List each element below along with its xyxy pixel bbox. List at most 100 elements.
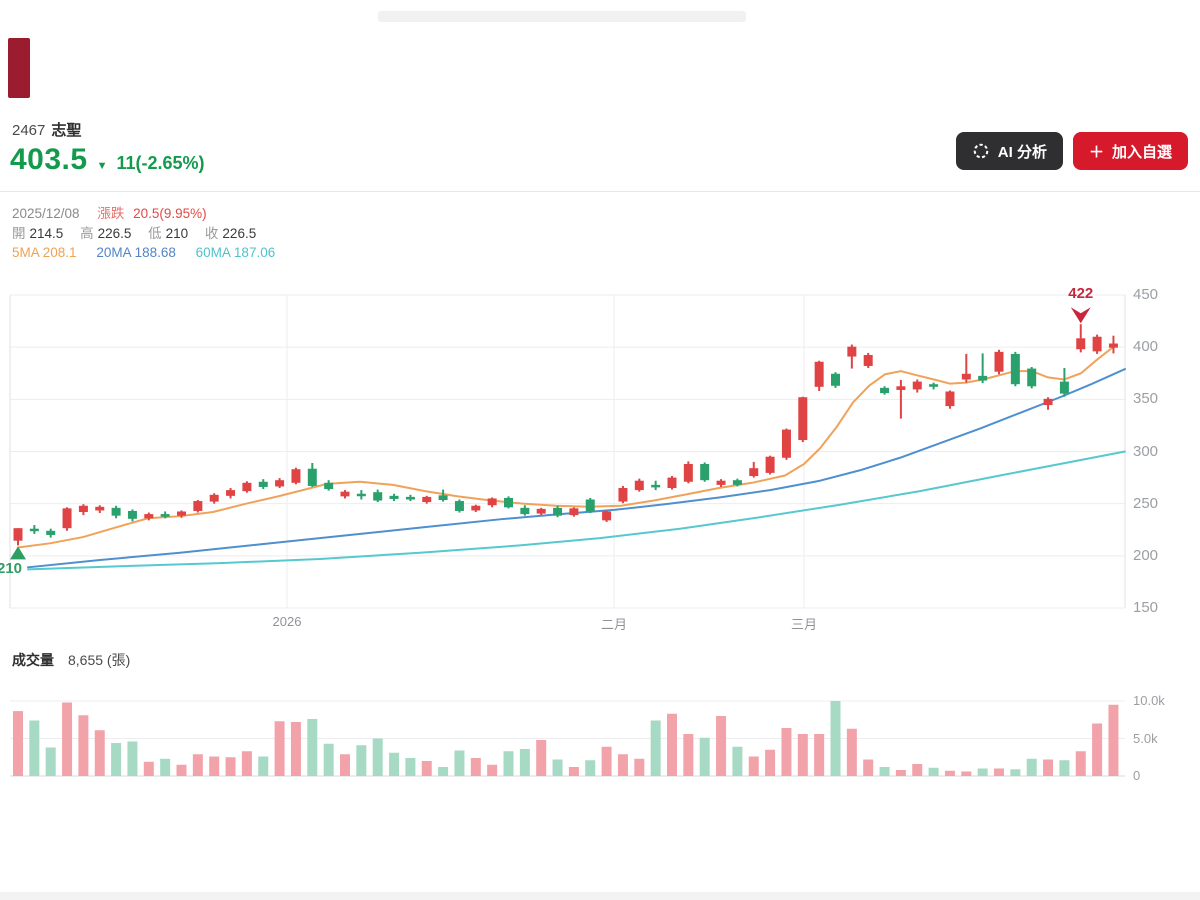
candle-body [46, 530, 56, 535]
price-tick-label: 200 [1133, 546, 1159, 564]
volume-bar [372, 738, 383, 776]
candle-body [471, 505, 481, 511]
candle-body [487, 498, 497, 506]
volume-bar [111, 743, 122, 776]
volume-bar [340, 754, 350, 776]
volume-bar [650, 720, 661, 776]
candle-body [356, 493, 366, 497]
candle-body [291, 469, 301, 483]
candle-body [912, 381, 922, 390]
candle-body [831, 373, 840, 386]
volume-bar [1092, 723, 1103, 776]
candle-body [389, 495, 399, 499]
volume-bar [192, 754, 203, 776]
candle-body [111, 507, 121, 516]
candle-body [1027, 368, 1037, 387]
candle-body [602, 511, 612, 521]
volume-bar [143, 761, 154, 776]
volume-bar [961, 771, 972, 776]
candle-body [193, 501, 203, 511]
candle-body [929, 384, 939, 387]
volume-bar [290, 722, 301, 776]
candle-body [242, 482, 252, 492]
20ma-line [27, 368, 1126, 569]
volume-bar [617, 754, 628, 776]
candle-body [634, 480, 644, 491]
price-tick-label: 150 [1133, 599, 1159, 616]
volume-bar [716, 716, 727, 776]
volume-bar [699, 737, 710, 776]
candle-body [177, 511, 186, 516]
volume-bar [1010, 769, 1021, 776]
month-tick-label: 二月 [600, 617, 628, 632]
candle-body [95, 506, 105, 511]
volume-bar [13, 711, 23, 776]
volume-bar [797, 734, 808, 776]
candle-body [994, 351, 1004, 372]
candle-body [618, 488, 628, 502]
candle-body [651, 484, 661, 488]
candle-body [127, 510, 137, 519]
volume-bar [274, 721, 285, 776]
price-volume-chart-canvas[interactable] [0, 0, 1200, 900]
candle-body [798, 397, 808, 441]
volume-bar [389, 752, 400, 776]
candle-body [1059, 381, 1069, 394]
candle-body [62, 508, 72, 529]
candle-body [700, 464, 710, 481]
candle-body [307, 468, 317, 486]
candle-body [324, 482, 334, 490]
volume-value: 8,655 (張) [68, 652, 131, 668]
price-tick-label: 350 [1133, 390, 1159, 408]
annotation-high-label: 422 [1068, 285, 1094, 303]
volume-bar [405, 758, 416, 776]
volume-bar [1075, 751, 1086, 776]
candle-body [438, 495, 448, 501]
volume-bar [912, 764, 923, 776]
volume-bar [62, 702, 73, 776]
candle-body [1092, 336, 1102, 352]
candle-body [553, 507, 563, 516]
price-tick-label: 450 [1133, 286, 1159, 303]
volume-bar [814, 734, 825, 776]
price-tick-label: 250 [1133, 494, 1159, 512]
volume-title: 成交量 [12, 652, 54, 668]
volume-bar [323, 743, 334, 776]
candle-body [880, 387, 890, 394]
volume-bar [45, 747, 56, 776]
candle-body [978, 375, 988, 381]
candle-body [814, 361, 824, 387]
volume-bar [307, 719, 318, 776]
volume-bar [503, 751, 514, 776]
volume-bar [748, 756, 759, 776]
candle-body [732, 480, 742, 485]
volume-bar [879, 767, 890, 776]
volume-bar [667, 713, 677, 776]
volume-bar [683, 734, 694, 776]
volume-bar [421, 761, 432, 776]
candle-body [585, 499, 595, 512]
month-tick-label: 三月 [790, 617, 818, 632]
volume-tick-label: 10.0k [1133, 693, 1165, 708]
volume-bar [1108, 704, 1119, 776]
volume-bar [634, 758, 645, 776]
volume-bar [585, 760, 596, 776]
volume-bar [781, 728, 792, 776]
candle-body [504, 497, 513, 508]
volume-bar [78, 715, 89, 776]
stock-app-page: 2467 志聖 403.5 ▼ 11(-2.65%) AI 分析 ＋ 加入自選 2… [0, 0, 1200, 900]
volume-bar [29, 720, 40, 776]
volume-bar [94, 730, 105, 776]
volume-bar [830, 701, 841, 776]
candle-body [749, 468, 759, 477]
candle-body [373, 492, 383, 501]
price-tick-label: 300 [1133, 442, 1159, 460]
candle-body [863, 354, 873, 366]
candle-body [1108, 343, 1118, 348]
volume-bar [454, 750, 465, 776]
volume-bar [258, 756, 269, 776]
candle-body [1076, 338, 1086, 350]
candle-body [29, 528, 39, 532]
volume-bar [176, 764, 187, 776]
candle-body [422, 496, 432, 503]
